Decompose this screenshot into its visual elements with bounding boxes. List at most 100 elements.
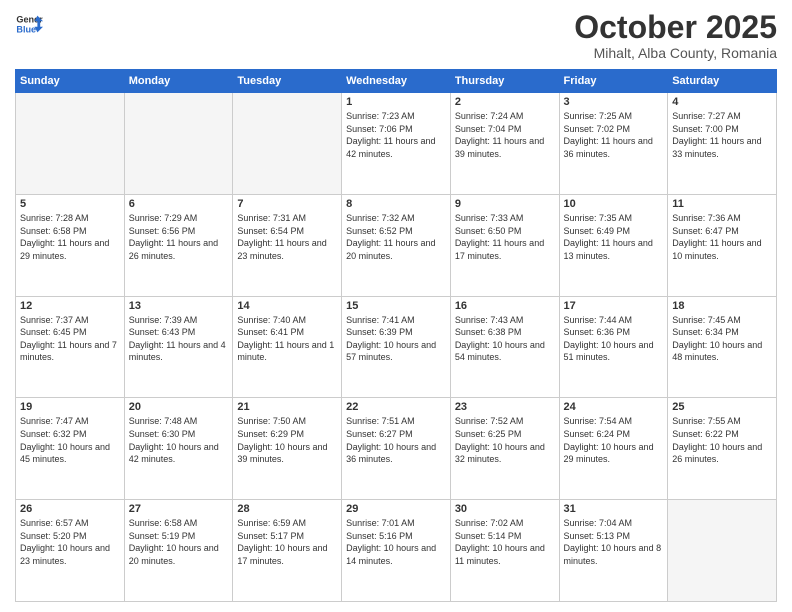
day-info: Sunrise: 7:36 AM Sunset: 6:47 PM Dayligh…	[672, 212, 772, 262]
calendar-cell: 26 Sunrise: 6:57 AM Sunset: 5:20 PM Dayli…	[16, 500, 125, 602]
day-number: 25	[672, 401, 772, 413]
calendar-header-saturday: Saturday	[668, 70, 777, 93]
calendar-cell: 28Sunrise: 6:59 AM Sunset: 5:17 PM Dayli…	[233, 500, 342, 602]
day-number: 9	[455, 198, 555, 210]
day-number: 8	[346, 198, 446, 210]
day-info: Sunrise: 7:35 AM Sunset: 6:49 PM Dayligh…	[564, 212, 664, 262]
day-number: 14	[237, 300, 337, 312]
calendar-cell: 22Sunrise: 7:51 AM Sunset: 6:27 PM Dayli…	[342, 398, 451, 500]
day-number: 15	[346, 300, 446, 312]
day-number: 18	[672, 300, 772, 312]
calendar-header-monday: Monday	[124, 70, 233, 93]
calendar-cell: 7 Sunrise: 7:31 AM Sunset: 6:54 PM Daylig…	[233, 194, 342, 296]
calendar-cell: 31 Sunrise: 7:04 AM Sunset: 5:13 PM Dayli…	[559, 500, 668, 602]
day-number: 12	[20, 300, 120, 312]
calendar-cell: 25Sunrise: 7:55 AM Sunset: 6:22 PM Dayli…	[668, 398, 777, 500]
title-block: October 2025 Mihalt, Alba County, Romani…	[574, 10, 777, 61]
day-info: Sunrise: 7:28 AM Sunset: 6:58 PM Dayligh…	[20, 212, 120, 262]
location-title: Mihalt, Alba County, Romania	[574, 45, 777, 61]
day-info: Sunrise: 7:48 AM Sunset: 6:30 PM Dayligh…	[129, 415, 229, 465]
calendar-header-row: SundayMondayTuesdayWednesdayThursdayFrid…	[16, 70, 777, 93]
day-number: 19	[20, 401, 120, 413]
calendar-cell: 23 Sunrise: 7:52 AM Sunset: 6:25 PM Dayli…	[450, 398, 559, 500]
day-info: Sunrise: 7:40 AM Sunset: 6:41 PM Dayligh…	[237, 314, 337, 364]
day-number: 27	[129, 503, 229, 515]
calendar-cell: 24Sunrise: 7:54 AM Sunset: 6:24 PM Dayli…	[559, 398, 668, 500]
calendar-week-2: 5Sunrise: 7:28 AM Sunset: 6:58 PM Daylig…	[16, 194, 777, 296]
svg-text:Blue: Blue	[16, 24, 36, 34]
day-number: 10	[564, 198, 664, 210]
day-number: 3	[564, 96, 664, 108]
day-number: 17	[564, 300, 664, 312]
calendar-cell	[124, 93, 233, 195]
calendar-cell: 18 Sunrise: 7:45 AM Sunset: 6:34 PM Dayli…	[668, 296, 777, 398]
day-number: 31	[564, 503, 664, 515]
day-info: Sunrise: 7:23 AM Sunset: 7:06 PM Dayligh…	[346, 110, 446, 160]
day-info: Sunrise: 7:33 AM Sunset: 6:50 PM Dayligh…	[455, 212, 555, 262]
page: General Blue October 2025 Mihalt, Alba C…	[0, 0, 792, 612]
calendar-cell: 14 Sunrise: 7:40 AM Sunset: 6:41 PM Dayli…	[233, 296, 342, 398]
day-info: Sunrise: 7:25 AM Sunset: 7:02 PM Dayligh…	[564, 110, 664, 160]
day-number: 26	[20, 503, 120, 515]
calendar-week-1: 1 Sunrise: 7:23 AM Sunset: 7:06 PM Daylig…	[16, 93, 777, 195]
day-info: Sunrise: 7:27 AM Sunset: 7:00 PM Dayligh…	[672, 110, 772, 160]
calendar-cell: 6 Sunrise: 7:29 AM Sunset: 6:56 PM Daylig…	[124, 194, 233, 296]
calendar-cell: 9 Sunrise: 7:33 AM Sunset: 6:50 PM Daylig…	[450, 194, 559, 296]
calendar-cell: 17Sunrise: 7:44 AM Sunset: 6:36 PM Dayli…	[559, 296, 668, 398]
calendar-header-friday: Friday	[559, 70, 668, 93]
day-info: Sunrise: 7:41 AM Sunset: 6:39 PM Dayligh…	[346, 314, 446, 364]
day-number: 28	[237, 503, 337, 515]
day-info: Sunrise: 7:54 AM Sunset: 6:24 PM Dayligh…	[564, 415, 664, 465]
calendar-cell: 21 Sunrise: 7:50 AM Sunset: 6:29 PM Dayli…	[233, 398, 342, 500]
day-info: Sunrise: 7:24 AM Sunset: 7:04 PM Dayligh…	[455, 110, 555, 160]
day-number: 4	[672, 96, 772, 108]
day-info: Sunrise: 7:47 AM Sunset: 6:32 PM Dayligh…	[20, 415, 120, 465]
day-info: Sunrise: 7:45 AM Sunset: 6:34 PM Dayligh…	[672, 314, 772, 364]
day-info: Sunrise: 7:50 AM Sunset: 6:29 PM Dayligh…	[237, 415, 337, 465]
calendar-cell: 4 Sunrise: 7:27 AM Sunset: 7:00 PM Daylig…	[668, 93, 777, 195]
day-number: 23	[455, 401, 555, 413]
calendar-cell	[233, 93, 342, 195]
day-number: 2	[455, 96, 555, 108]
day-number: 22	[346, 401, 446, 413]
day-info: Sunrise: 7:52 AM Sunset: 6:25 PM Dayligh…	[455, 415, 555, 465]
day-info: Sunrise: 6:57 AM Sunset: 5:20 PM Dayligh…	[20, 517, 120, 567]
day-number: 11	[672, 198, 772, 210]
calendar-header-wednesday: Wednesday	[342, 70, 451, 93]
day-number: 20	[129, 401, 229, 413]
calendar-cell: 10 Sunrise: 7:35 AM Sunset: 6:49 PM Dayli…	[559, 194, 668, 296]
calendar-cell: 27 Sunrise: 6:58 AM Sunset: 5:19 PM Dayli…	[124, 500, 233, 602]
day-info: Sunrise: 7:04 AM Sunset: 5:13 PM Dayligh…	[564, 517, 664, 567]
month-title: October 2025	[574, 10, 777, 45]
calendar-table: SundayMondayTuesdayWednesdayThursdayFrid…	[15, 69, 777, 602]
calendar-cell: 5Sunrise: 7:28 AM Sunset: 6:58 PM Daylig…	[16, 194, 125, 296]
logo-icon: General Blue	[15, 10, 43, 38]
day-number: 1	[346, 96, 446, 108]
calendar-cell	[668, 500, 777, 602]
day-info: Sunrise: 6:58 AM Sunset: 5:19 PM Dayligh…	[129, 517, 229, 567]
calendar-header-thursday: Thursday	[450, 70, 559, 93]
calendar-cell: 16Sunrise: 7:43 AM Sunset: 6:38 PM Dayli…	[450, 296, 559, 398]
day-info: Sunrise: 7:29 AM Sunset: 6:56 PM Dayligh…	[129, 212, 229, 262]
day-number: 13	[129, 300, 229, 312]
calendar-week-3: 12Sunrise: 7:37 AM Sunset: 6:45 PM Dayli…	[16, 296, 777, 398]
logo: General Blue	[15, 10, 43, 38]
calendar-cell: 13Sunrise: 7:39 AM Sunset: 6:43 PM Dayli…	[124, 296, 233, 398]
calendar-cell: 2 Sunrise: 7:24 AM Sunset: 7:04 PM Daylig…	[450, 93, 559, 195]
calendar-cell: 3 Sunrise: 7:25 AM Sunset: 7:02 PM Daylig…	[559, 93, 668, 195]
day-number: 7	[237, 198, 337, 210]
calendar-cell: 12Sunrise: 7:37 AM Sunset: 6:45 PM Dayli…	[16, 296, 125, 398]
day-info: Sunrise: 7:31 AM Sunset: 6:54 PM Dayligh…	[237, 212, 337, 262]
day-number: 6	[129, 198, 229, 210]
calendar-week-4: 19 Sunrise: 7:47 AM Sunset: 6:32 PM Dayli…	[16, 398, 777, 500]
day-info: Sunrise: 7:01 AM Sunset: 5:16 PM Dayligh…	[346, 517, 446, 567]
calendar-week-5: 26 Sunrise: 6:57 AM Sunset: 5:20 PM Dayli…	[16, 500, 777, 602]
calendar-cell: 8Sunrise: 7:32 AM Sunset: 6:52 PM Daylig…	[342, 194, 451, 296]
day-number: 21	[237, 401, 337, 413]
day-number: 16	[455, 300, 555, 312]
calendar-cell: 15 Sunrise: 7:41 AM Sunset: 6:39 PM Dayli…	[342, 296, 451, 398]
day-info: Sunrise: 7:02 AM Sunset: 5:14 PM Dayligh…	[455, 517, 555, 567]
calendar-cell	[16, 93, 125, 195]
calendar-cell: 29Sunrise: 7:01 AM Sunset: 5:16 PM Dayli…	[342, 500, 451, 602]
header: General Blue October 2025 Mihalt, Alba C…	[15, 10, 777, 61]
